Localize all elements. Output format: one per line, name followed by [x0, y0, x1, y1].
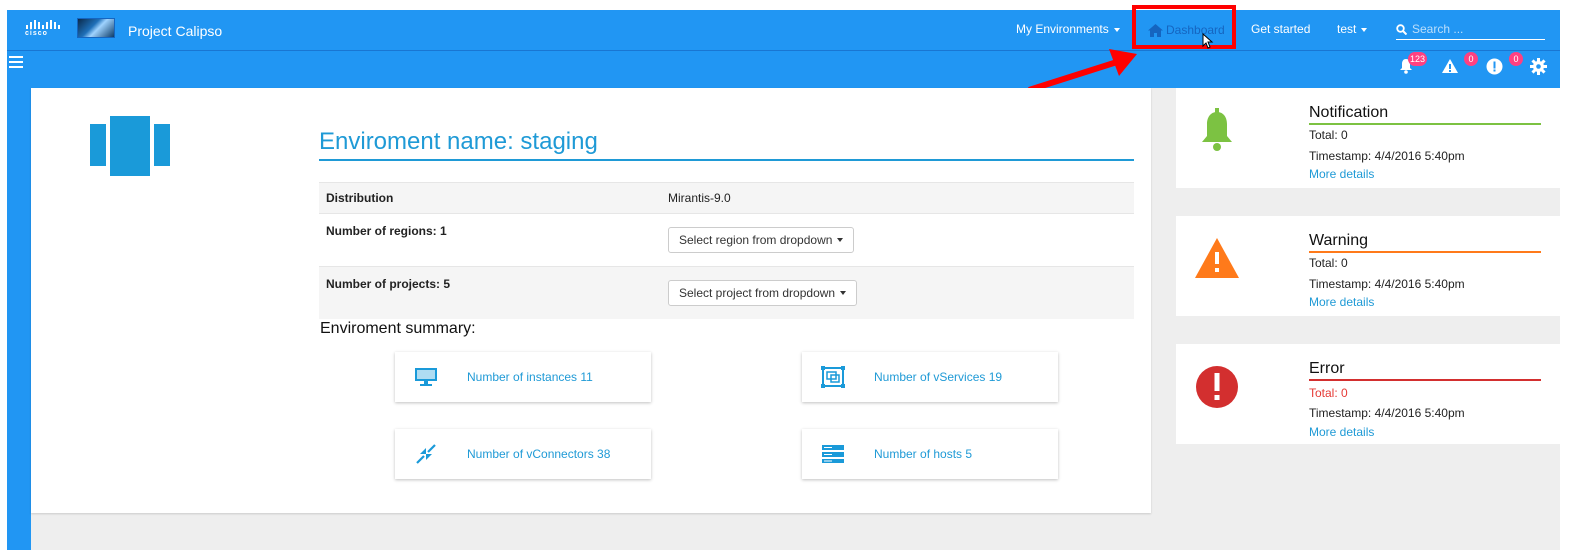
- error-icon: [1196, 366, 1238, 408]
- distribution-label: Distribution: [319, 182, 661, 214]
- error-title: Error: [1309, 360, 1541, 381]
- region-dropdown-label: Select region from dropdown: [679, 233, 833, 247]
- notification-timestamp: Timestamp: 4/4/2016 5:40pm: [1309, 149, 1465, 163]
- hosts-card[interactable]: Number of hosts 5: [802, 429, 1058, 479]
- regions-label: Number of regions: 1: [319, 213, 661, 267]
- chevron-down-icon: [1113, 27, 1120, 32]
- project-dropdown-label: Select project from dropdown: [679, 286, 836, 300]
- warnings-indicator[interactable]: 0: [1441, 52, 1478, 77]
- environment-logo-icon: [90, 116, 170, 176]
- notification-card: Notification Total: 0 Timestamp: 4/4/201…: [1176, 88, 1560, 188]
- environment-title: Enviroment name: staging: [319, 128, 1134, 161]
- errors-badge: 0: [1509, 52, 1523, 66]
- vservices-card[interactable]: Number of vServices 19: [802, 352, 1058, 402]
- table-row: Number of projects: 5 Select project fro…: [319, 266, 1134, 319]
- error-more-details-link[interactable]: More details: [1309, 425, 1374, 439]
- notifications-indicator[interactable]: 123: [1398, 52, 1428, 77]
- top-navbar: cisco Project Calipso My Environments Da…: [7, 10, 1560, 51]
- nav-my-environments-label: My Environments: [1016, 22, 1109, 36]
- warning-more-details-link[interactable]: More details: [1309, 295, 1374, 309]
- table-row: Distribution Mirantis-9.0: [319, 182, 1134, 214]
- user-name: test: [1337, 22, 1357, 36]
- summary-title: Enviroment summary:: [320, 320, 476, 337]
- notifications-badge: 123: [1408, 52, 1428, 66]
- content-background: [31, 513, 1151, 550]
- warning-timestamp: Timestamp: 4/4/2016 5:40pm: [1309, 277, 1465, 291]
- vservice-icon: [821, 366, 845, 388]
- dashboard-highlight-box: [1132, 5, 1236, 49]
- warning-icon: [1442, 59, 1458, 73]
- error-timestamp: Timestamp: 4/4/2016 5:40pm: [1309, 406, 1465, 420]
- chevron-down-icon: [840, 291, 847, 295]
- instances-card[interactable]: Number of instances 11: [395, 352, 651, 402]
- search-input[interactable]: [1412, 22, 1532, 36]
- monitor-icon: [415, 368, 437, 386]
- region-dropdown[interactable]: Select region from dropdown: [668, 227, 855, 253]
- vconnectors-label: Number of vConnectors 38: [467, 447, 611, 461]
- error-card: Error Total: 0 Timestamp: 4/4/2016 5:40p…: [1176, 344, 1560, 444]
- warning-title: Warning: [1309, 232, 1541, 253]
- app-title[interactable]: Project Calipso: [128, 23, 222, 39]
- menu-toggle-icon[interactable]: [9, 56, 23, 68]
- chevron-down-icon: [1361, 27, 1368, 32]
- project-dropdown[interactable]: Select project from dropdown: [668, 280, 858, 306]
- search-icon: [1396, 23, 1407, 35]
- nav-get-started[interactable]: Get started: [1251, 22, 1310, 36]
- search-box: [1396, 19, 1545, 40]
- chevron-down-icon: [837, 238, 844, 242]
- error-total: Total: 0: [1309, 386, 1348, 400]
- gear-icon: [1530, 58, 1547, 75]
- distribution-value: Mirantis-9.0: [661, 182, 1134, 214]
- cisco-logo-text: cisco: [25, 30, 48, 37]
- warning-card: Warning Total: 0 Timestamp: 4/4/2016 5:4…: [1176, 216, 1560, 316]
- notification-more-details-link[interactable]: More details: [1309, 167, 1374, 181]
- environment-info-table: Distribution Mirantis-9.0 Number of regi…: [319, 182, 1134, 319]
- vservices-label: Number of vServices 19: [874, 370, 1003, 384]
- table-row: Number of regions: 1 Select region from …: [319, 213, 1134, 267]
- settings-button[interactable]: [1530, 58, 1547, 78]
- hosts-label: Number of hosts 5: [874, 447, 973, 461]
- vconnector-icon: [416, 444, 436, 464]
- nav-my-environments[interactable]: My Environments: [1016, 22, 1120, 36]
- instances-label: Number of instances 11: [467, 370, 593, 384]
- notification-title: Notification: [1309, 104, 1541, 125]
- nav-user-menu[interactable]: test: [1337, 22, 1368, 36]
- vconnectors-card[interactable]: Number of vConnectors 38: [395, 429, 651, 479]
- mouse-cursor-icon: [1202, 33, 1214, 49]
- projects-label: Number of projects: 5: [319, 266, 661, 319]
- warnings-badge: 0: [1464, 52, 1478, 66]
- bell-icon: [1202, 108, 1232, 151]
- cisco-logo: cisco: [25, 20, 61, 40]
- warning-total: Total: 0: [1309, 256, 1348, 270]
- warning-icon: [1195, 238, 1239, 278]
- app-logo-image: [77, 18, 115, 38]
- annotation-arrow: [1028, 49, 1137, 93]
- notification-total: Total: 0: [1309, 128, 1348, 142]
- error-icon: [1486, 58, 1503, 75]
- errors-indicator[interactable]: 0: [1486, 52, 1523, 78]
- hosts-icon: [822, 445, 844, 463]
